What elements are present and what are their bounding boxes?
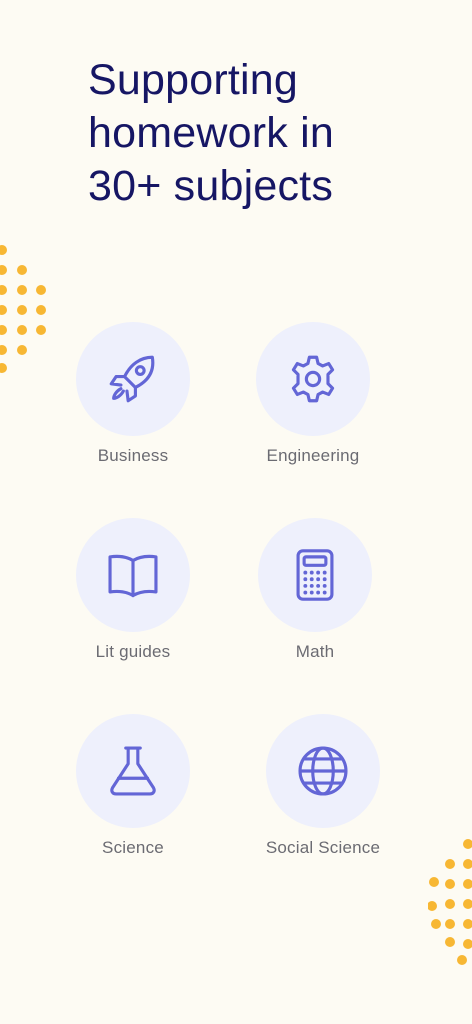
page-title-line-3: 30+ subjects: [88, 162, 334, 210]
subject-icon-circle: [258, 518, 372, 632]
subject-label-math: Math: [295, 642, 335, 661]
subject-label-social-science: Social Science: [265, 838, 381, 857]
subject-label-science: Science: [102, 838, 164, 857]
page-title: Supporting homework in 30+ subjects: [88, 54, 428, 213]
subject-social-science[interactable]: Social Science: [243, 714, 403, 858]
decorative-dots-right: [428, 839, 472, 965]
subject-icon-circle: [76, 714, 190, 828]
subject-engineering[interactable]: Engineering: [233, 322, 393, 466]
rocket-icon: [109, 355, 155, 403]
subject-lit-guides[interactable]: Lit guides: [53, 518, 213, 662]
page-title-line-2: homework in: [88, 109, 334, 157]
book-icon: [108, 554, 158, 598]
subject-science[interactable]: Science: [53, 714, 213, 858]
subject-label-lit-guides: Lit guides: [95, 642, 171, 661]
subject-icon-circle: [256, 322, 370, 436]
globe-icon: [298, 746, 348, 796]
page-title-line-1: Supporting: [88, 56, 298, 104]
subject-icon-circle: [76, 322, 190, 436]
subject-business[interactable]: Business: [53, 322, 213, 466]
subject-icon-circle: [76, 518, 190, 632]
gear-icon: [291, 355, 335, 403]
subject-math[interactable]: Math: [235, 518, 395, 662]
subject-label-engineering: Engineering: [266, 446, 360, 465]
decorative-dots-left: [0, 245, 46, 373]
subject-icon-circle: [266, 714, 380, 828]
flask-icon: [110, 746, 156, 796]
subject-label-business: Business: [97, 446, 169, 465]
calculator-icon: [296, 549, 334, 601]
